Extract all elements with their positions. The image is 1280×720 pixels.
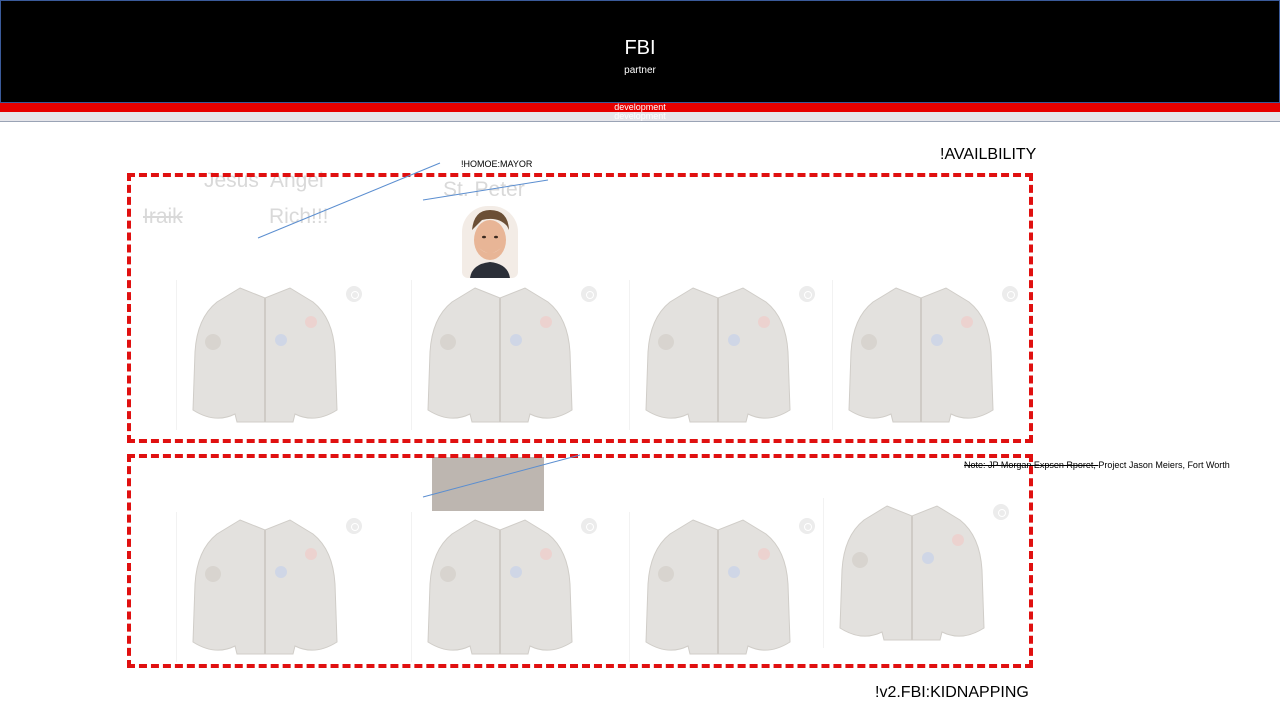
kidnapping-label: !v2.FBI:KIDNAPPING	[875, 684, 1029, 701]
heart-icon[interactable]	[346, 518, 362, 534]
development-band-grey: development	[0, 111, 1280, 122]
development-band-grey-label: development	[614, 111, 666, 121]
jacket-icon	[427, 287, 573, 423]
heart-icon[interactable]	[581, 518, 597, 534]
jacket-card[interactable]	[176, 512, 386, 662]
availability-label: !AVAILBILITY	[940, 146, 1037, 163]
note-rest-text: Project Jason Meiers, Fort Worth	[1098, 460, 1230, 470]
jacket-card[interactable]	[411, 280, 621, 430]
jacket-card[interactable]	[629, 280, 839, 430]
heart-icon[interactable]	[993, 504, 1009, 520]
jacket-icon	[427, 519, 573, 655]
jacket-icon	[645, 519, 791, 655]
jacket-icon	[645, 287, 791, 423]
homoe-mayor-label: !HOMOE:MAYOR	[461, 159, 533, 169]
heart-icon[interactable]	[581, 286, 597, 302]
jacket-card[interactable]	[176, 280, 386, 430]
jacket-card[interactable]	[823, 498, 1033, 648]
jacket-icon	[839, 505, 985, 641]
jacket-icon	[848, 287, 994, 423]
page-subtitle: partner	[624, 65, 656, 76]
page-title: FBI	[624, 37, 656, 59]
jacket-card[interactable]	[629, 512, 839, 662]
jacket-icon	[192, 287, 338, 423]
heart-icon[interactable]	[1002, 286, 1018, 302]
heart-icon[interactable]	[346, 286, 362, 302]
jacket-card[interactable]	[411, 512, 621, 662]
heart-icon[interactable]	[799, 518, 815, 534]
jacket-icon	[192, 519, 338, 655]
heart-icon[interactable]	[799, 286, 815, 302]
jacket-card[interactable]	[832, 280, 1042, 430]
header-bar: FBI partner	[0, 0, 1280, 103]
